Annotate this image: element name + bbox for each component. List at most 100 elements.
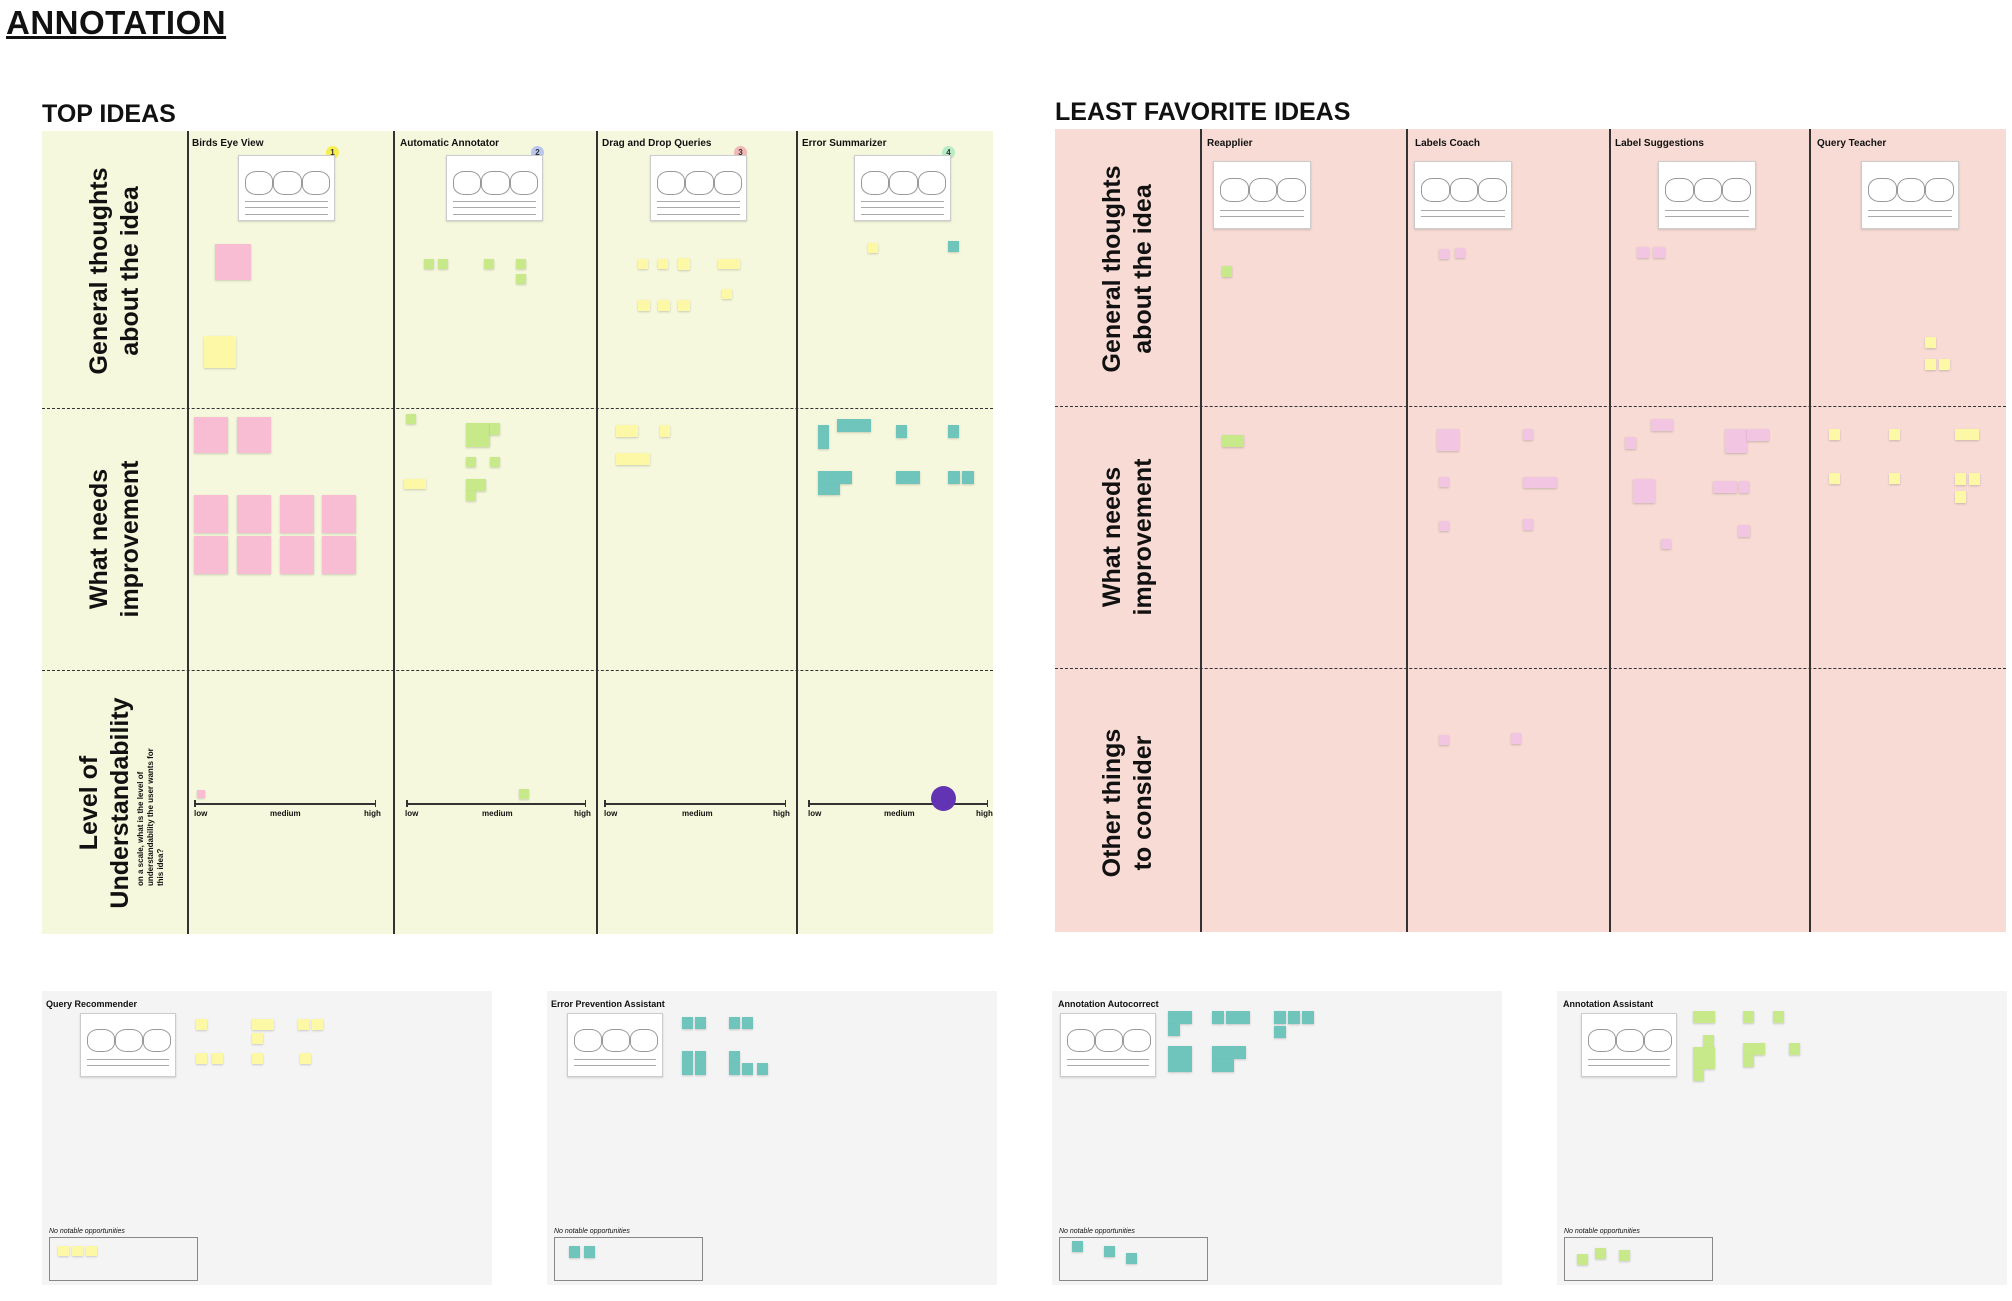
sticky-note[interactable] bbox=[237, 536, 271, 574]
sticky-note[interactable] bbox=[280, 495, 314, 533]
sticky-note[interactable] bbox=[58, 1246, 69, 1256]
sticky-note[interactable] bbox=[948, 425, 959, 438]
sticky-note[interactable] bbox=[1222, 435, 1244, 447]
sticky-note[interactable] bbox=[1439, 477, 1449, 487]
sticky-note[interactable] bbox=[638, 300, 650, 311]
sticky-note[interactable] bbox=[1653, 247, 1665, 258]
sticky-note[interactable] bbox=[1274, 1026, 1286, 1038]
sticky-note[interactable] bbox=[962, 471, 974, 484]
sticky-note[interactable] bbox=[1738, 525, 1750, 537]
sticky-note[interactable] bbox=[569, 1246, 580, 1258]
sticky-note[interactable] bbox=[1693, 1047, 1715, 1069]
concept-sketch-image[interactable] bbox=[1861, 161, 1959, 229]
sticky-note[interactable] bbox=[194, 536, 228, 574]
sticky-note[interactable] bbox=[896, 425, 907, 438]
sticky-note[interactable] bbox=[1955, 491, 1966, 503]
sticky-note[interactable] bbox=[729, 1063, 740, 1075]
sticky-note[interactable] bbox=[280, 536, 314, 574]
sticky-note[interactable] bbox=[196, 1053, 207, 1064]
sticky-note[interactable] bbox=[196, 1019, 207, 1030]
opportunities-box[interactable] bbox=[1059, 1237, 1208, 1281]
sticky-note[interactable] bbox=[818, 484, 840, 495]
sticky-note[interactable] bbox=[1651, 419, 1673, 431]
sticky-note[interactable] bbox=[896, 471, 920, 484]
concept-sketch-image[interactable] bbox=[446, 155, 543, 221]
opportunities-box[interactable] bbox=[49, 1237, 198, 1281]
sticky-note[interactable] bbox=[729, 1017, 740, 1029]
sticky-note[interactable] bbox=[194, 495, 228, 533]
sticky-note[interactable] bbox=[212, 1053, 223, 1064]
sticky-note[interactable] bbox=[424, 259, 434, 269]
sticky-note[interactable] bbox=[86, 1246, 97, 1256]
sticky-note[interactable] bbox=[252, 1019, 274, 1030]
sticky-note[interactable] bbox=[1168, 1011, 1192, 1024]
sticky-note[interactable] bbox=[516, 274, 526, 284]
sticky-note[interactable] bbox=[1212, 1011, 1224, 1024]
opportunities-box[interactable] bbox=[554, 1237, 703, 1281]
sticky-note[interactable] bbox=[298, 1019, 309, 1030]
sticky-note[interactable] bbox=[638, 259, 648, 269]
sticky-note[interactable] bbox=[466, 457, 476, 467]
concept-sketch-image[interactable] bbox=[650, 155, 747, 221]
sticky-note[interactable] bbox=[1703, 1035, 1714, 1047]
sticky-note[interactable] bbox=[1226, 1011, 1250, 1024]
sticky-note[interactable] bbox=[1619, 1250, 1630, 1261]
sticky-note[interactable] bbox=[406, 414, 416, 424]
sticky-note[interactable] bbox=[1939, 359, 1950, 370]
sticky-note[interactable] bbox=[695, 1063, 706, 1075]
sticky-note[interactable] bbox=[658, 259, 668, 269]
sticky-note[interactable] bbox=[1743, 1011, 1754, 1023]
sticky-note[interactable] bbox=[1789, 1043, 1800, 1055]
concept-sketch-image[interactable] bbox=[238, 155, 335, 221]
sticky-note[interactable] bbox=[818, 425, 829, 449]
sticky-note[interactable] bbox=[695, 1017, 706, 1029]
sticky-note[interactable] bbox=[616, 453, 650, 465]
sticky-note[interactable] bbox=[1072, 1241, 1083, 1252]
sticky-note[interactable] bbox=[194, 417, 228, 453]
sticky-note[interactable] bbox=[1747, 429, 1769, 441]
sticky-note[interactable] bbox=[1925, 337, 1936, 348]
sticky-note[interactable] bbox=[1637, 247, 1649, 258]
sticky-note[interactable] bbox=[1523, 477, 1557, 488]
sticky-note[interactable] bbox=[660, 425, 670, 437]
sticky-note[interactable] bbox=[1511, 733, 1521, 744]
sticky-note[interactable] bbox=[868, 243, 878, 253]
sticky-note[interactable] bbox=[1302, 1011, 1314, 1024]
sticky-note[interactable] bbox=[1955, 429, 1979, 440]
sticky-note[interactable] bbox=[722, 289, 732, 299]
sticky-note[interactable] bbox=[72, 1246, 83, 1256]
sticky-note[interactable] bbox=[1889, 429, 1900, 440]
concept-sketch-image[interactable] bbox=[854, 155, 951, 221]
sticky-note[interactable] bbox=[1439, 735, 1449, 745]
sticky-note[interactable] bbox=[197, 790, 205, 798]
sticky-note[interactable] bbox=[584, 1246, 595, 1258]
sticky-note[interactable] bbox=[1577, 1254, 1588, 1265]
sticky-note[interactable] bbox=[1439, 521, 1449, 531]
sticky-note[interactable] bbox=[1455, 248, 1465, 258]
sticky-note[interactable] bbox=[1661, 539, 1671, 549]
sticky-note[interactable] bbox=[695, 1051, 706, 1063]
sticky-note[interactable] bbox=[1523, 519, 1533, 530]
sticky-note[interactable] bbox=[729, 1051, 740, 1063]
sticky-note[interactable] bbox=[678, 258, 690, 270]
sticky-note[interactable] bbox=[1693, 1069, 1704, 1081]
sticky-note[interactable] bbox=[252, 1053, 263, 1064]
sticky-note[interactable] bbox=[1725, 429, 1747, 453]
sticky-note[interactable] bbox=[757, 1063, 768, 1075]
sticky-note[interactable] bbox=[466, 491, 476, 501]
sticky-note[interactable] bbox=[818, 471, 852, 484]
sticky-note[interactable] bbox=[490, 423, 500, 435]
sticky-note[interactable] bbox=[322, 495, 356, 533]
sticky-note[interactable] bbox=[1595, 1248, 1606, 1259]
sticky-note[interactable] bbox=[1743, 1043, 1765, 1055]
sticky-note[interactable] bbox=[300, 1053, 311, 1064]
sticky-note[interactable] bbox=[1212, 1059, 1234, 1072]
sticky-note[interactable] bbox=[1693, 1011, 1715, 1023]
sticky-note[interactable] bbox=[1633, 479, 1655, 503]
opportunities-box[interactable] bbox=[1564, 1237, 1713, 1281]
sticky-note[interactable] bbox=[1743, 1055, 1754, 1067]
sticky-note[interactable] bbox=[252, 1033, 263, 1044]
sticky-note[interactable] bbox=[484, 259, 494, 269]
sticky-note[interactable] bbox=[1829, 473, 1840, 484]
sticky-note[interactable] bbox=[616, 425, 638, 437]
